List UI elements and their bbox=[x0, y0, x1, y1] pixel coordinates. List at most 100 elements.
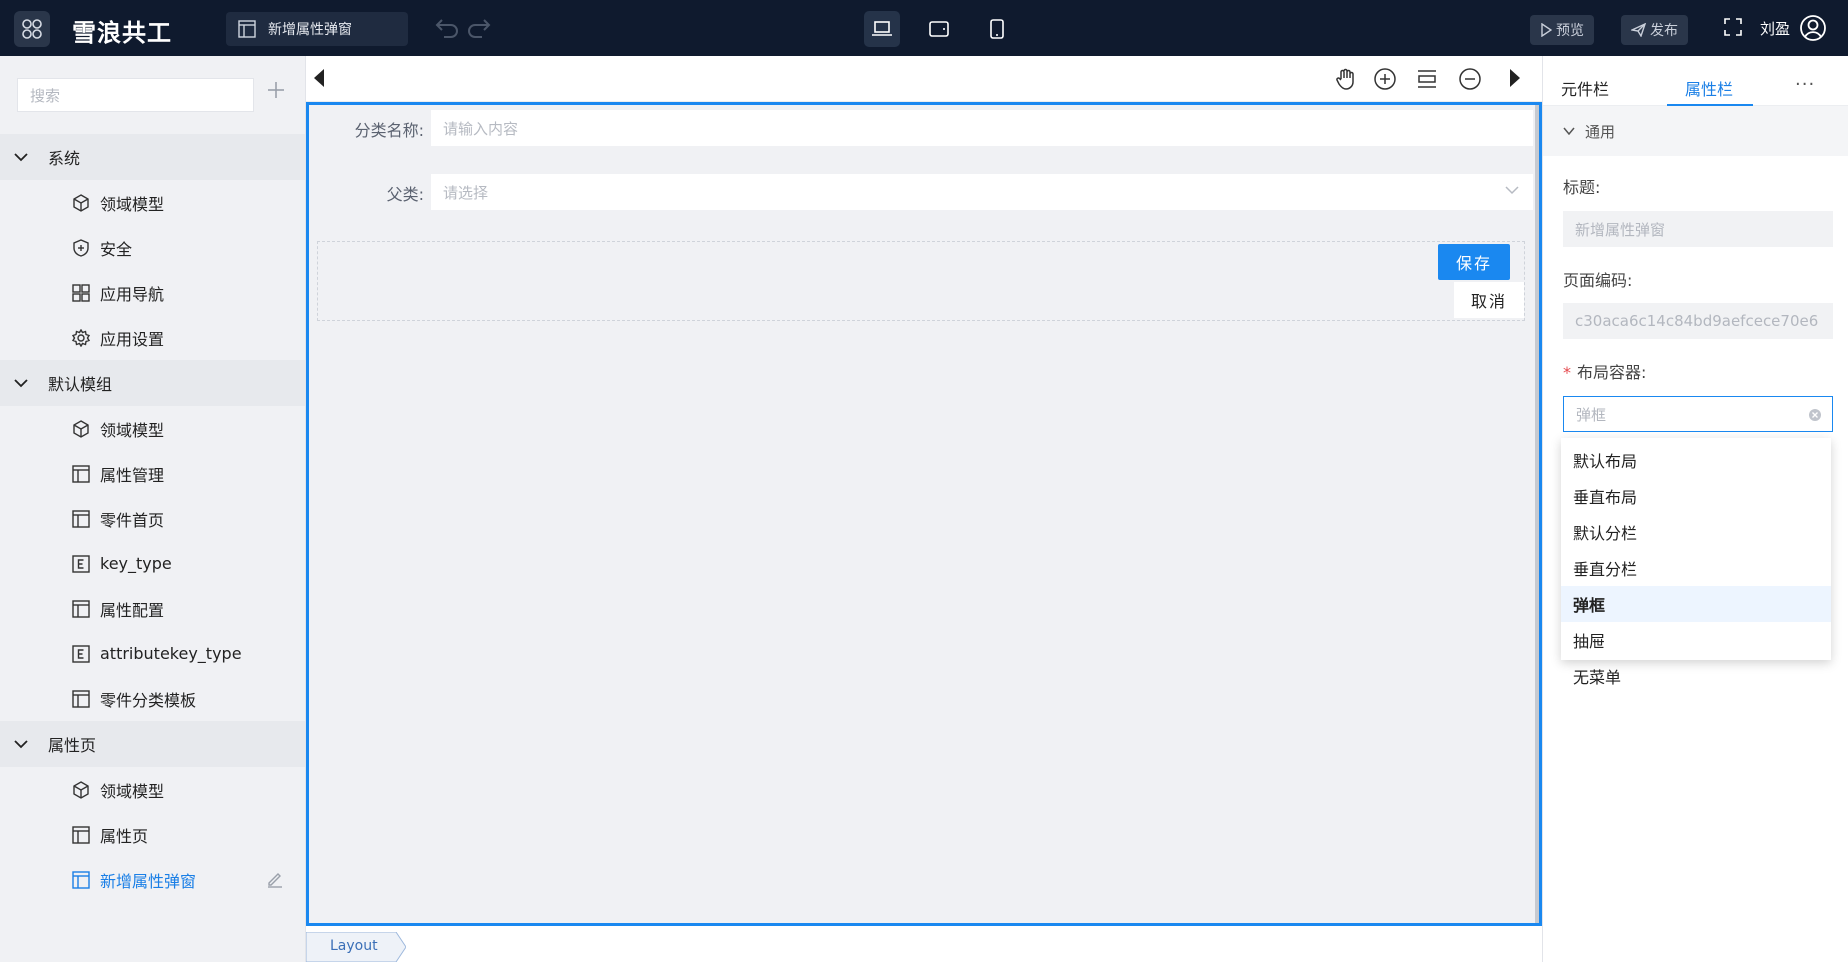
dropdown-option[interactable]: 默认布局 bbox=[1561, 442, 1831, 478]
save-button[interactable]: 保存 bbox=[1438, 244, 1510, 280]
play-icon bbox=[1541, 23, 1552, 37]
page-layout-icon bbox=[72, 464, 94, 483]
tree-group-default-module[interactable]: 默认模组 bbox=[0, 360, 305, 406]
tree-item-label: 属性配置 bbox=[100, 600, 165, 620]
layout-container-label-text: 布局容器: bbox=[1577, 363, 1647, 382]
zoom-out-icon[interactable] bbox=[1458, 67, 1482, 91]
enum-icon bbox=[72, 644, 94, 663]
cancel-button[interactable]: 取消 bbox=[1454, 282, 1524, 318]
page-layout-icon bbox=[72, 689, 94, 708]
tree-item[interactable]: 属性管理 bbox=[0, 451, 305, 496]
app-grid-icon[interactable] bbox=[14, 11, 50, 47]
publish-button[interactable]: 发布 bbox=[1621, 15, 1688, 45]
app-name: 雪浪共工 bbox=[72, 19, 172, 47]
tree-item[interactable]: key_type bbox=[0, 541, 305, 586]
search-placeholder: 搜索 bbox=[30, 86, 61, 105]
tree-group-system[interactable]: 系统 bbox=[0, 134, 305, 180]
tree-item-label: 应用设置 bbox=[100, 329, 165, 349]
form-row-parent: 父类: 请选择 bbox=[309, 174, 1539, 210]
collapse-right-icon[interactable] bbox=[1508, 68, 1522, 88]
page-code-value: c30aca6c14c84bd9aefcece70e6 bbox=[1575, 312, 1819, 330]
dropdown-option[interactable]: 垂直分栏 bbox=[1561, 550, 1831, 586]
cube-icon bbox=[72, 193, 94, 212]
dropdown-option[interactable]: 无菜单 bbox=[1561, 658, 1831, 694]
parent-label: 父类: bbox=[386, 185, 424, 204]
dropdown-option-selected[interactable]: 弹框 bbox=[1561, 586, 1831, 622]
section-general[interactable]: 通用 bbox=[1543, 106, 1848, 156]
parent-placeholder: 请选择 bbox=[443, 183, 489, 202]
grid-icon bbox=[72, 283, 94, 302]
canvas-toolbar bbox=[306, 56, 1542, 102]
parent-select[interactable]: 请选择 bbox=[431, 174, 1533, 210]
tree-item[interactable]: 领域模型 bbox=[0, 180, 305, 225]
clear-icon[interactable] bbox=[1808, 408, 1822, 422]
tree-item-selected[interactable]: 新增属性弹窗 bbox=[0, 857, 305, 902]
cube-icon bbox=[72, 780, 94, 799]
category-name-input[interactable]: 请输入内容 bbox=[431, 110, 1533, 146]
collapse-left-icon[interactable] bbox=[312, 68, 326, 88]
design-canvas[interactable]: 分类名称: 请输入内容 父类: 请选择 保存 取消 bbox=[306, 102, 1542, 926]
dropdown-option[interactable]: 默认分栏 bbox=[1561, 514, 1831, 550]
hand-tool-icon[interactable] bbox=[1334, 67, 1358, 91]
left-sidebar: 搜索 系统 领域模型 安全 应用导航 应用设置 默认模组 领域模型 属性管理 零… bbox=[0, 56, 306, 962]
add-icon[interactable] bbox=[266, 80, 286, 100]
tree-item[interactable]: 安全 bbox=[0, 225, 305, 270]
tree-item[interactable]: 零件首页 bbox=[0, 496, 305, 541]
required-asterisk: * bbox=[1563, 363, 1571, 382]
layout-container-label: * 布局容器: bbox=[1563, 359, 1646, 383]
tree-group-label: 默认模组 bbox=[48, 375, 113, 394]
right-panel: 元件栏 属性栏 ··· 通用 标题: 新增属性弹窗 页面编码: c30aca6c… bbox=[1542, 56, 1848, 962]
chevron-down-icon bbox=[1505, 186, 1519, 195]
tree-item-label: 属性管理 bbox=[100, 465, 165, 485]
more-icon[interactable]: ··· bbox=[1795, 74, 1815, 95]
current-page-chip[interactable]: 新增属性弹窗 bbox=[226, 12, 408, 46]
title-input[interactable]: 新增属性弹窗 bbox=[1563, 211, 1833, 247]
tree-item[interactable]: 应用导航 bbox=[0, 270, 305, 315]
category-name-label: 分类名称: bbox=[354, 121, 424, 140]
zoom-in-icon[interactable] bbox=[1373, 67, 1397, 91]
tree-item[interactable]: 零件分类模板 bbox=[0, 676, 305, 721]
edit-icon[interactable] bbox=[266, 870, 284, 888]
page-layout-icon bbox=[72, 509, 94, 528]
tab-properties[interactable]: 属性栏 bbox=[1685, 76, 1733, 100]
user-name[interactable]: 刘盈 bbox=[1760, 18, 1790, 39]
canvas-scrollbar[interactable] bbox=[1535, 105, 1539, 923]
tab-components[interactable]: 元件栏 bbox=[1561, 76, 1609, 100]
tablet-view-button[interactable] bbox=[921, 11, 957, 47]
layout-container-select[interactable]: 弹框 bbox=[1563, 396, 1833, 432]
button-container[interactable]: 保存 取消 bbox=[317, 241, 1525, 321]
tree-item-label: 新增属性弹窗 bbox=[100, 871, 197, 891]
top-bar: 雪浪共工 新增属性弹窗 预览 发布 刘盈 bbox=[0, 0, 1848, 56]
tree-item-label: 领域模型 bbox=[100, 194, 165, 214]
tree-item[interactable]: 属性页 bbox=[0, 812, 305, 857]
tree-group-label: 系统 bbox=[48, 149, 81, 168]
page-code-input[interactable]: c30aca6c14c84bd9aefcece70e6 bbox=[1563, 303, 1833, 339]
tree-item[interactable]: 应用设置 bbox=[0, 315, 305, 360]
send-icon bbox=[1631, 23, 1646, 37]
user-avatar-icon[interactable] bbox=[1799, 14, 1827, 42]
tree-group-label: 属性页 bbox=[48, 736, 97, 755]
tree-item[interactable]: 领域模型 bbox=[0, 406, 305, 451]
title-label: 标题: bbox=[1563, 178, 1601, 197]
fit-height-icon[interactable] bbox=[1415, 67, 1439, 91]
tree-item[interactable]: 属性配置 bbox=[0, 586, 305, 631]
fullscreen-icon[interactable] bbox=[1724, 18, 1742, 36]
chevron-down-icon bbox=[14, 379, 28, 388]
redo-icon[interactable] bbox=[466, 16, 492, 38]
tree-item[interactable]: 领域模型 bbox=[0, 767, 305, 812]
dropdown-option[interactable]: 抽屉 bbox=[1561, 622, 1831, 658]
layout-breadcrumb-tab[interactable]: Layout bbox=[306, 932, 406, 962]
undo-icon[interactable] bbox=[434, 16, 460, 38]
category-name-placeholder: 请输入内容 bbox=[443, 119, 519, 138]
desktop-view-button[interactable] bbox=[864, 11, 900, 47]
preview-button[interactable]: 预览 bbox=[1530, 15, 1594, 45]
mobile-view-button[interactable] bbox=[979, 11, 1015, 47]
tree-item[interactable]: attributekey_type bbox=[0, 631, 305, 676]
publish-label: 发布 bbox=[1650, 23, 1678, 39]
search-input[interactable]: 搜索 bbox=[17, 78, 254, 112]
tree-item-label: attributekey_type bbox=[100, 644, 242, 663]
page-code-label: 页面编码: bbox=[1563, 271, 1633, 290]
layout-container-dropdown: 默认布局 垂直布局 默认分栏 垂直分栏 弹框 抽屉 无菜单 bbox=[1561, 438, 1831, 687]
tree-group-attribute-page[interactable]: 属性页 bbox=[0, 721, 305, 767]
dropdown-option[interactable]: 垂直布局 bbox=[1561, 478, 1831, 514]
